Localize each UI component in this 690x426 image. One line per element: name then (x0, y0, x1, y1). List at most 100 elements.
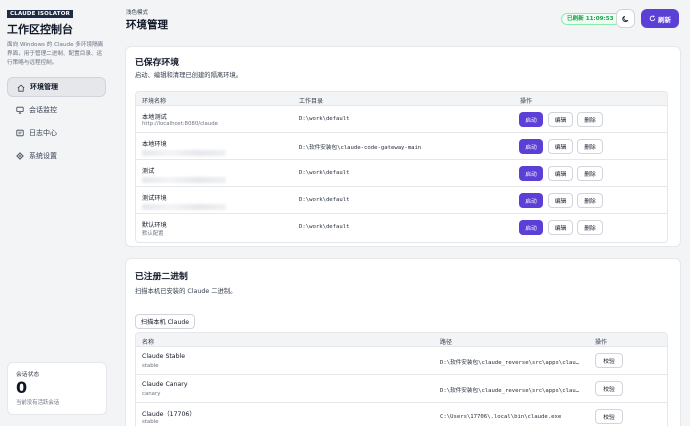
table-row: 本地环境 D:\软件安装包\claude-code-gateway-main 启动编… (136, 133, 667, 160)
delete-button[interactable]: 删除 (577, 220, 603, 235)
table-row: 测试 D:\work\default 启动 编辑 删除 (136, 160, 667, 187)
binary-channel: canary (142, 391, 161, 397)
working-directory: D:\work\default (299, 197, 350, 203)
delete-button[interactable]: 删除 (577, 112, 603, 127)
sidebar-item-label: 日志中心 (29, 129, 57, 137)
page-header: 浅色模式 环境管理 已刷新 11:09:53 刷新 (113, 0, 690, 40)
redacted-text (142, 177, 226, 183)
start-button[interactable]: 启动 (519, 166, 543, 181)
brand-title: 工作区控制台 (7, 23, 73, 36)
sidebar-item-sessions[interactable]: 会话监控 (7, 100, 106, 120)
scan-claude-button[interactable]: 扫描本机 Claude (135, 314, 195, 329)
redacted-subtitle (142, 203, 226, 212)
sidebar-item-environments[interactable]: 环境管理 (7, 77, 106, 97)
refresh-button[interactable]: 刷新 (641, 9, 679, 28)
moon-icon (622, 15, 629, 23)
environment-name: 本地测试 (142, 114, 167, 121)
verify-button[interactable]: 校验 (595, 353, 623, 368)
binary-path: D:\软件安装包\claude_reverse\src\apps\clau… (440, 360, 580, 366)
registered-binaries-card: 已注册二进制 扫描本机已安装的 Claude 二进制。 扫描本机 Claude … (125, 258, 681, 426)
environment-name: 测试 (142, 168, 155, 175)
session-status-card: 会话状态 0 当前没有活跃会话 (7, 362, 107, 415)
saved-environments-title: 已保存环境 (135, 58, 179, 68)
edit-button[interactable]: 编辑 (548, 112, 573, 127)
table-row: Claude Stable stable D:\软件安装包\claude_rever… (136, 347, 667, 375)
environment-subtitle: http://localhost:8080/claude (142, 121, 218, 127)
environment-subtitle: 默认配置 (142, 231, 164, 237)
environment-name: 本地环境 (142, 141, 167, 148)
sidebar-item-label: 会话监控 (29, 106, 57, 114)
table-header: 环境名称 工作目录 操作 (136, 92, 667, 106)
column-header-name: 环境名称 (142, 98, 167, 105)
saved-environments-card: 已保存环境 启动、编辑和清理已创建的隔离环境。 环境名称 工作目录 操作 本地测… (125, 46, 681, 247)
binary-name: Claude Stable (142, 353, 186, 360)
binary-name: Claude（17706） (142, 411, 196, 418)
edit-button[interactable]: 编辑 (548, 139, 573, 154)
sidebar-nav: 环境管理 会话监控 日志中心 系统设置 (7, 77, 106, 166)
column-header-dir: 工作目录 (299, 98, 324, 105)
session-status-label: 会话状态 (16, 372, 40, 378)
binaries-table: 名称 路径 操作 Claude Stable stable D:\软件安装包\cla… (135, 332, 668, 426)
redacted-subtitle (142, 176, 226, 185)
column-header-actions: 操作 (595, 339, 608, 346)
table-row: Claude（17706） stable C:\Users\17706\.local… (136, 403, 667, 426)
working-directory: D:\work\default (299, 116, 350, 122)
table-row: 默认环境默认配置 D:\work\default 启动 编辑 删除 (136, 214, 667, 241)
working-directory: D:\软件安装包\claude-code-gateway-main (299, 145, 422, 151)
delete-button[interactable]: 删除 (577, 166, 603, 181)
working-directory: D:\work\default (299, 170, 350, 176)
refresh-button-label: 刷新 (658, 15, 671, 24)
edit-button[interactable]: 编辑 (548, 193, 573, 208)
environment-name: 默认环境 (142, 222, 167, 229)
start-button[interactable]: 启动 (519, 112, 543, 127)
saved-environments-desc: 启动、编辑和清理已创建的隔离环境。 (135, 72, 243, 79)
gear-icon (16, 152, 24, 160)
redacted-text (142, 150, 226, 156)
start-button[interactable]: 启动 (519, 193, 543, 208)
home-icon (17, 84, 25, 92)
verify-button[interactable]: 校验 (595, 381, 623, 396)
brand-description: 面向 Windows 的 Claude 多环境隔离界面，用于管理二进制、配置目录… (7, 42, 104, 66)
brand-tag: CLAUDE ISOLATOR (7, 10, 74, 18)
monitor-icon (16, 106, 24, 114)
session-count: 0 (16, 378, 28, 397)
session-status-sub: 当前没有活跃会话 (16, 400, 60, 406)
sidebar: CLAUDE ISOLATOR 工作区控制台 面向 Windows 的 Clau… (0, 0, 113, 426)
refresh-status-badge: 已刷新 11:09:53 (561, 13, 620, 25)
delete-button[interactable]: 删除 (577, 139, 603, 154)
table-row: Claude Canary canary D:\软件安装包\claude_rever… (136, 375, 667, 403)
edit-button[interactable]: 编辑 (548, 220, 573, 235)
environment-name: 测试环境 (142, 195, 167, 202)
verify-button[interactable]: 校验 (595, 409, 623, 424)
start-button[interactable]: 启动 (519, 139, 543, 154)
binary-channel: stable (142, 363, 159, 369)
page-title: 环境管理 (126, 19, 168, 31)
binary-channel: stable (142, 419, 159, 425)
redacted-subtitle (142, 149, 226, 158)
refresh-icon (649, 15, 656, 22)
table-header: 名称 路径 操作 (136, 333, 667, 347)
environments-table: 环境名称 工作目录 操作 本地测试 http://localhost:8080/c… (135, 91, 668, 243)
theme-toggle-button[interactable] (616, 9, 635, 28)
sidebar-item-settings[interactable]: 系统设置 (7, 146, 106, 166)
theme-mode-label: 浅色模式 (126, 10, 149, 16)
table-row: 测试环境 D:\work\default 启动 编辑 删除 (136, 187, 667, 214)
column-header-name: 名称 (142, 339, 155, 346)
column-header-path: 路径 (440, 339, 453, 346)
edit-button[interactable]: 编辑 (548, 166, 573, 181)
sidebar-item-logs[interactable]: 日志中心 (7, 123, 106, 143)
start-button[interactable]: 启动 (519, 220, 543, 235)
column-header-actions: 操作 (520, 98, 533, 105)
redacted-text (142, 204, 226, 210)
binary-name: Claude Canary (142, 381, 188, 388)
working-directory: D:\work\default (299, 224, 350, 230)
file-icon (16, 129, 24, 137)
table-row: 本地测试 http://localhost:8080/claude D:\work\… (136, 106, 667, 133)
binary-path: D:\软件安装包\claude_reverse\src\apps\clau… (440, 388, 580, 394)
sidebar-item-label: 系统设置 (29, 152, 57, 160)
binary-path: C:\Users\17706\.local\bin\claude.exe (440, 414, 562, 420)
sidebar-item-label: 环境管理 (30, 83, 58, 91)
registered-binaries-desc: 扫描本机已安装的 Claude 二进制。 (135, 288, 237, 295)
delete-button[interactable]: 删除 (577, 193, 603, 208)
registered-binaries-title: 已注册二进制 (135, 272, 188, 282)
